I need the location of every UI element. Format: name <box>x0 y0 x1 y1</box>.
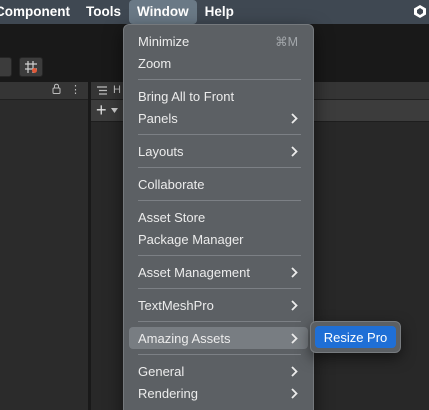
menu-bar: Component Tools Window Help <box>0 0 429 24</box>
menu-item-label: General <box>138 363 185 379</box>
menu-separator <box>138 288 301 289</box>
menu-item-package-manager[interactable]: Package Manager <box>129 228 308 250</box>
menu-separator <box>138 321 301 322</box>
menubar-help[interactable]: Help <box>197 0 242 24</box>
menu-separator <box>138 134 301 135</box>
chevron-right-icon <box>291 299 298 311</box>
menu-item-label: Panels <box>138 110 178 126</box>
menu-item-label: Rendering <box>138 385 198 401</box>
chevron-right-icon <box>291 112 298 124</box>
hierarchy-list-icon <box>97 86 107 95</box>
add-icon[interactable]: + <box>96 100 107 121</box>
menubar-tools[interactable]: Tools <box>78 0 129 24</box>
menu-item-amazing-assets[interactable]: Amazing Assets <box>129 327 308 349</box>
window-menu: Minimize ⌘M Zoom Bring All to Front Pane… <box>123 24 314 410</box>
menu-separator <box>138 354 301 355</box>
menu-item-label: Collaborate <box>138 176 205 192</box>
menu-separator <box>138 167 301 168</box>
menu-item-textmeshpro[interactable]: TextMeshPro <box>129 294 308 316</box>
menu-separator <box>138 255 301 256</box>
menu-item-label: Layouts <box>138 143 184 159</box>
menu-item-asset-store[interactable]: Asset Store <box>129 206 308 228</box>
chevron-right-icon <box>291 145 298 157</box>
grid-snap-icon <box>25 61 37 73</box>
menu-item-label: Package Manager <box>138 231 244 247</box>
menu-item-label: TextMeshPro <box>138 297 214 313</box>
lock-icon[interactable] <box>52 83 61 97</box>
shortcut-label: ⌘M <box>275 34 298 49</box>
menu-item-label: Bring All to Front <box>138 88 235 104</box>
submenu-item-resize-pro[interactable]: Resize Pro <box>315 326 396 348</box>
chevron-right-icon <box>291 365 298 377</box>
amazing-assets-submenu: Resize Pro <box>310 321 401 353</box>
menu-item-asset-management[interactable]: Asset Management <box>129 261 308 283</box>
snap-grid-button[interactable] <box>19 57 43 77</box>
menu-item-panels[interactable]: Panels <box>129 107 308 129</box>
menu-item-collaborate[interactable]: Collaborate <box>129 173 308 195</box>
menubar-window[interactable]: Window <box>129 0 197 24</box>
hierarchy-tab-label[interactable]: H <box>113 84 121 96</box>
menu-item-label: Amazing Assets <box>138 330 231 346</box>
toolbar-button[interactable] <box>0 57 12 77</box>
menu-item-rendering[interactable]: Rendering <box>129 382 308 404</box>
menu-separator <box>138 79 301 80</box>
menu-item-label: Asset Management <box>138 264 251 280</box>
menu-separator <box>138 200 301 201</box>
chevron-right-icon <box>291 387 298 399</box>
menu-item-label: Minimize <box>138 33 190 49</box>
menu-item-bring-all-to-front[interactable]: Bring All to Front <box>129 85 308 107</box>
chevron-right-icon <box>291 266 298 278</box>
menu-item-zoom[interactable]: Zoom <box>129 52 308 74</box>
chevron-right-icon <box>291 332 298 344</box>
menubar-component[interactable]: Component <box>0 0 78 24</box>
menu-item-label: Asset Store <box>138 209 206 225</box>
menu-item-label: Zoom <box>138 55 172 71</box>
chevron-down-icon[interactable] <box>111 108 118 113</box>
menu-item-layouts[interactable]: Layouts <box>129 140 308 162</box>
unity-logo-icon <box>414 5 426 18</box>
menu-item-general[interactable]: General <box>129 360 308 382</box>
menu-item-minimize[interactable]: Minimize ⌘M <box>129 30 308 52</box>
more-options-icon[interactable]: ⋮ <box>70 83 81 96</box>
scene-panel <box>0 82 88 410</box>
